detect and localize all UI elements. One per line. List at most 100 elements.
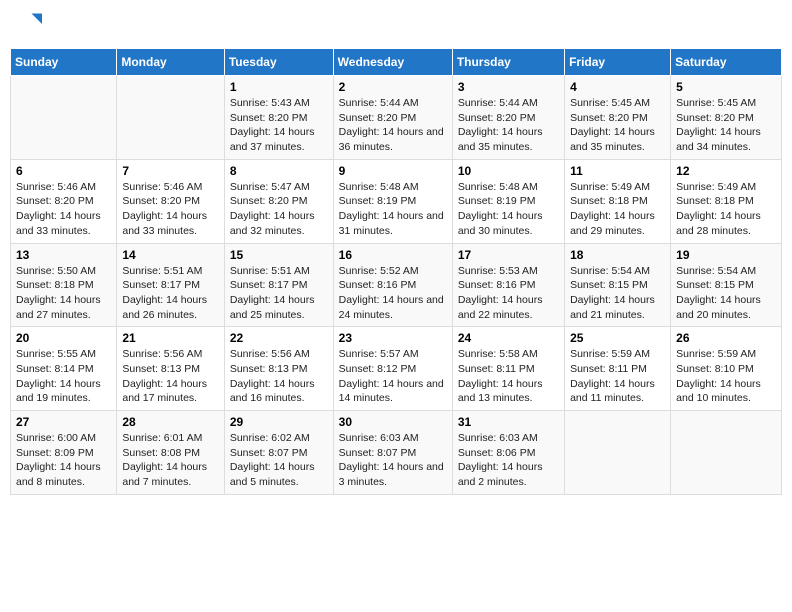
day-number: 6 — [16, 164, 111, 178]
cell-info: Sunrise: 6:03 AMSunset: 8:06 PMDaylight:… — [458, 431, 559, 490]
cell-info: Sunrise: 5:52 AMSunset: 8:16 PMDaylight:… — [339, 264, 447, 323]
calendar-cell: 15 Sunrise: 5:51 AMSunset: 8:17 PMDayligh… — [224, 243, 333, 327]
calendar-cell: 2Sunrise: 5:44 AMSunset: 8:20 PMDaylight… — [333, 76, 452, 160]
cell-info: Sunrise: 5:51 AMSunset: 8:17 PMDaylight:… — [230, 264, 328, 323]
day-number: 11 — [570, 164, 665, 178]
cell-info: Sunrise: 5:49 AMSunset: 8:18 PMDaylight:… — [570, 180, 665, 239]
cell-info: Sunrise: 6:03 AMSunset: 8:07 PMDaylight:… — [339, 431, 447, 490]
day-header-friday: Friday — [565, 49, 671, 76]
cell-info: Sunrise: 5:51 AMSunset: 8:17 PMDaylight:… — [122, 264, 218, 323]
calendar-cell: 28Sunrise: 6:01 AMSunset: 8:08 PMDayligh… — [117, 411, 224, 495]
week-row-2: 6 Sunrise: 5:46 AMSunset: 8:20 PMDaylight… — [11, 159, 782, 243]
day-number: 30 — [339, 415, 447, 429]
cell-info: Sunrise: 5:57 AMSunset: 8:12 PMDaylight:… — [339, 347, 447, 406]
week-row-5: 27 Sunrise: 6:00 AMSunset: 8:09 PMDayligh… — [11, 411, 782, 495]
day-number: 31 — [458, 415, 559, 429]
day-header-wednesday: Wednesday — [333, 49, 452, 76]
day-number: 22 — [230, 331, 328, 345]
calendar-cell: 5 Sunrise: 5:45 AMSunset: 8:20 PMDaylight… — [671, 76, 782, 160]
calendar-cell: 11 Sunrise: 5:49 AMSunset: 8:18 PMDayligh… — [565, 159, 671, 243]
day-number: 2 — [339, 80, 447, 94]
day-number: 23 — [339, 331, 447, 345]
day-header-sunday: Sunday — [11, 49, 117, 76]
day-header-monday: Monday — [117, 49, 224, 76]
calendar-cell: 3Sunrise: 5:44 AMSunset: 8:20 PMDaylight… — [452, 76, 564, 160]
cell-info: Sunrise: 5:48 AMSunset: 8:19 PMDaylight:… — [458, 180, 559, 239]
calendar-cell: 10 Sunrise: 5:48 AMSunset: 8:19 PMDayligh… — [452, 159, 564, 243]
day-number: 14 — [122, 248, 218, 262]
day-number: 20 — [16, 331, 111, 345]
calendar-cell: 30 Sunrise: 6:03 AMSunset: 8:07 PMDayligh… — [333, 411, 452, 495]
cell-info: Sunrise: 5:50 AMSunset: 8:18 PMDaylight:… — [16, 264, 111, 323]
week-row-1: 1 Sunrise: 5:43 AMSunset: 8:20 PMDaylight… — [11, 76, 782, 160]
calendar-cell: 6 Sunrise: 5:46 AMSunset: 8:20 PMDaylight… — [11, 159, 117, 243]
cell-info: Sunrise: 5:56 AMSunset: 8:13 PMDaylight:… — [230, 347, 328, 406]
calendar-cell: 19 Sunrise: 5:54 AMSunset: 8:15 PMDayligh… — [671, 243, 782, 327]
cell-info: Sunrise: 5:45 AMSunset: 8:20 PMDaylight:… — [570, 96, 665, 155]
calendar-cell: 17Sunrise: 5:53 AMSunset: 8:16 PMDayligh… — [452, 243, 564, 327]
cell-info: Sunrise: 5:54 AMSunset: 8:15 PMDaylight:… — [676, 264, 776, 323]
day-number: 29 — [230, 415, 328, 429]
day-number: 3 — [458, 80, 559, 94]
day-header-thursday: Thursday — [452, 49, 564, 76]
day-number: 15 — [230, 248, 328, 262]
day-number: 16 — [339, 248, 447, 262]
cell-info: Sunrise: 5:53 AMSunset: 8:16 PMDaylight:… — [458, 264, 559, 323]
day-number: 9 — [339, 164, 447, 178]
day-number: 21 — [122, 331, 218, 345]
day-number: 13 — [16, 248, 111, 262]
cell-info: Sunrise: 5:59 AMSunset: 8:11 PMDaylight:… — [570, 347, 665, 406]
day-number: 24 — [458, 331, 559, 345]
cell-info: Sunrise: 5:55 AMSunset: 8:14 PMDaylight:… — [16, 347, 111, 406]
day-number: 4 — [570, 80, 665, 94]
day-number: 19 — [676, 248, 776, 262]
day-number: 1 — [230, 80, 328, 94]
day-number: 18 — [570, 248, 665, 262]
page-header — [10, 10, 782, 38]
cell-info: Sunrise: 6:01 AMSunset: 8:08 PMDaylight:… — [122, 431, 218, 490]
logo — [14, 10, 44, 38]
week-row-4: 20 Sunrise: 5:55 AMSunset: 8:14 PMDayligh… — [11, 327, 782, 411]
calendar-cell: 29 Sunrise: 6:02 AMSunset: 8:07 PMDayligh… — [224, 411, 333, 495]
day-number: 12 — [676, 164, 776, 178]
cell-info: Sunrise: 5:46 AMSunset: 8:20 PMDaylight:… — [16, 180, 111, 239]
calendar-cell: 12 Sunrise: 5:49 AMSunset: 8:18 PMDayligh… — [671, 159, 782, 243]
week-row-3: 13 Sunrise: 5:50 AMSunset: 8:18 PMDayligh… — [11, 243, 782, 327]
day-number: 27 — [16, 415, 111, 429]
calendar-cell: 24 Sunrise: 5:58 AMSunset: 8:11 PMDayligh… — [452, 327, 564, 411]
cell-info: Sunrise: 6:00 AMSunset: 8:09 PMDaylight:… — [16, 431, 111, 490]
calendar-cell: 27 Sunrise: 6:00 AMSunset: 8:09 PMDayligh… — [11, 411, 117, 495]
calendar-cell: 21Sunrise: 5:56 AMSunset: 8:13 PMDayligh… — [117, 327, 224, 411]
day-number: 5 — [676, 80, 776, 94]
calendar-cell: 7Sunrise: 5:46 AMSunset: 8:20 PMDaylight… — [117, 159, 224, 243]
day-number: 8 — [230, 164, 328, 178]
cell-info: Sunrise: 6:02 AMSunset: 8:07 PMDaylight:… — [230, 431, 328, 490]
calendar-cell — [117, 76, 224, 160]
day-number: 10 — [458, 164, 559, 178]
cell-info: Sunrise: 5:49 AMSunset: 8:18 PMDaylight:… — [676, 180, 776, 239]
calendar-cell: 14 Sunrise: 5:51 AMSunset: 8:17 PMDayligh… — [117, 243, 224, 327]
calendar-cell: 26 Sunrise: 5:59 AMSunset: 8:10 PMDayligh… — [671, 327, 782, 411]
day-number: 26 — [676, 331, 776, 345]
cell-info: Sunrise: 5:48 AMSunset: 8:19 PMDaylight:… — [339, 180, 447, 239]
days-header-row: SundayMondayTuesdayWednesdayThursdayFrid… — [11, 49, 782, 76]
day-header-tuesday: Tuesday — [224, 49, 333, 76]
day-header-saturday: Saturday — [671, 49, 782, 76]
calendar-cell — [11, 76, 117, 160]
calendar-cell: 4 Sunrise: 5:45 AMSunset: 8:20 PMDaylight… — [565, 76, 671, 160]
cell-info: Sunrise: 5:58 AMSunset: 8:11 PMDaylight:… — [458, 347, 559, 406]
cell-info: Sunrise: 5:43 AMSunset: 8:20 PMDaylight:… — [230, 96, 328, 155]
calendar-cell — [671, 411, 782, 495]
calendar-cell: 8 Sunrise: 5:47 AMSunset: 8:20 PMDaylight… — [224, 159, 333, 243]
calendar-cell: 31 Sunrise: 6:03 AMSunset: 8:06 PMDayligh… — [452, 411, 564, 495]
logo-icon — [14, 10, 42, 38]
calendar-cell: 1 Sunrise: 5:43 AMSunset: 8:20 PMDaylight… — [224, 76, 333, 160]
calendar-cell: 20 Sunrise: 5:55 AMSunset: 8:14 PMDayligh… — [11, 327, 117, 411]
calendar-cell — [565, 411, 671, 495]
calendar-cell: 18Sunrise: 5:54 AMSunset: 8:15 PMDayligh… — [565, 243, 671, 327]
cell-info: Sunrise: 5:45 AMSunset: 8:20 PMDaylight:… — [676, 96, 776, 155]
calendar-cell: 25Sunrise: 5:59 AMSunset: 8:11 PMDayligh… — [565, 327, 671, 411]
calendar-cell: 13 Sunrise: 5:50 AMSunset: 8:18 PMDayligh… — [11, 243, 117, 327]
cell-info: Sunrise: 5:59 AMSunset: 8:10 PMDaylight:… — [676, 347, 776, 406]
cell-info: Sunrise: 5:47 AMSunset: 8:20 PMDaylight:… — [230, 180, 328, 239]
